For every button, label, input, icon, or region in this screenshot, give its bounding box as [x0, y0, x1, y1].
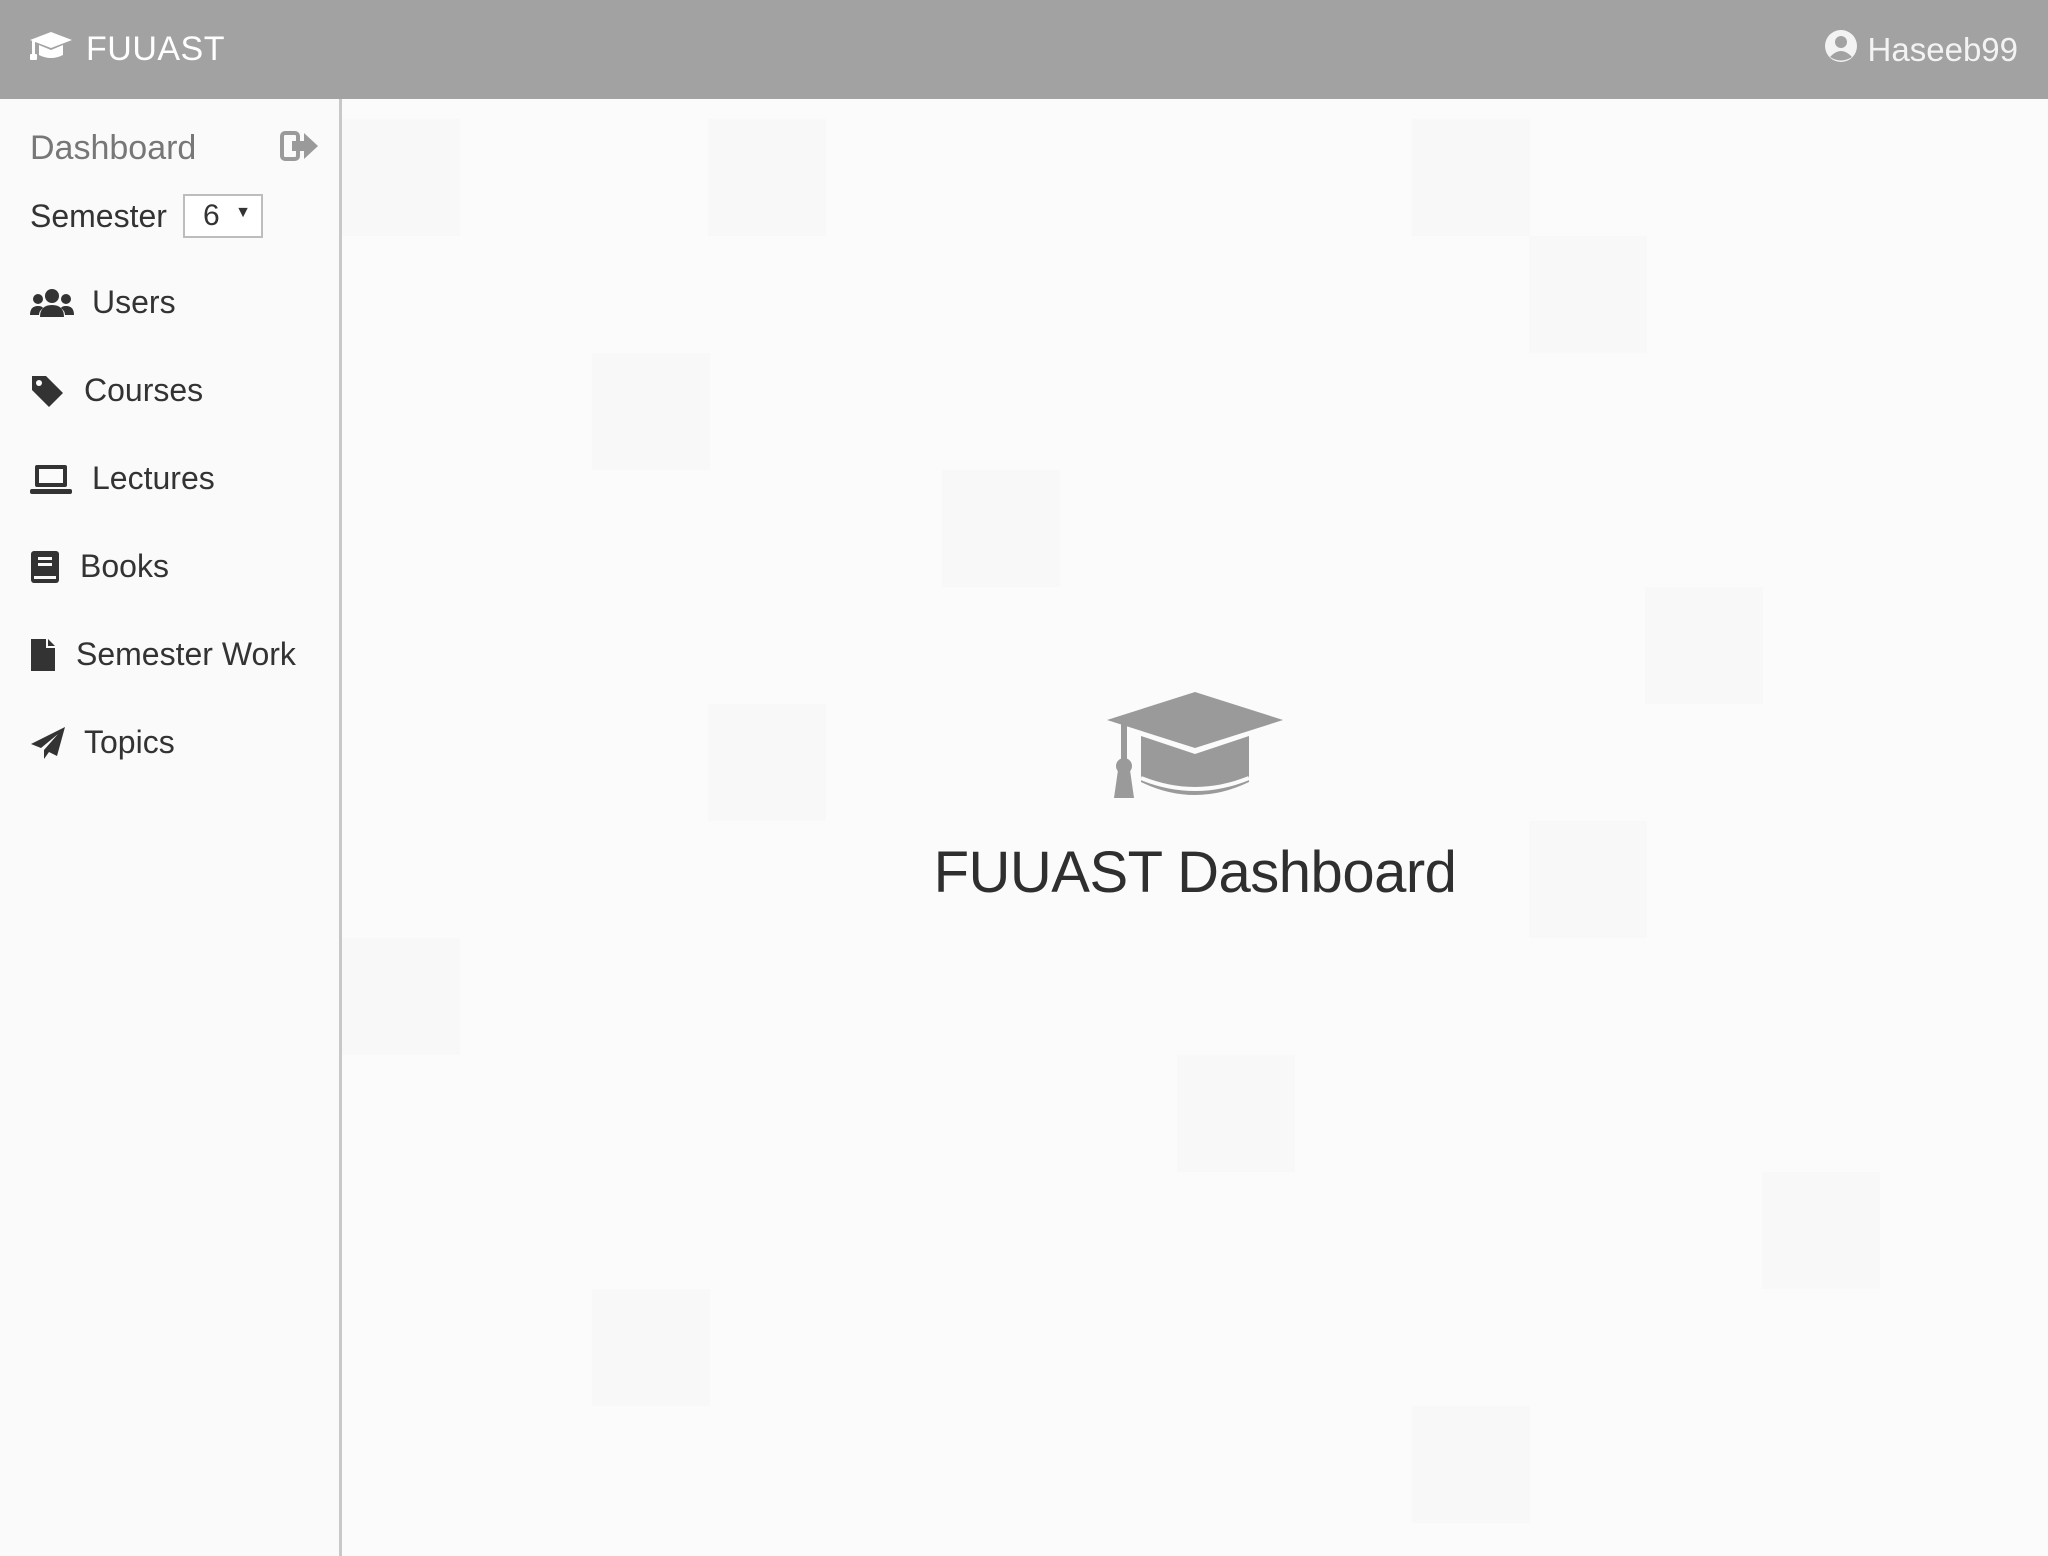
- user-menu[interactable]: Haseeb99: [1824, 0, 2018, 99]
- semester-label: Semester: [30, 197, 167, 234]
- background-tile: [1529, 236, 1647, 353]
- background-tile: [708, 119, 826, 236]
- background-tile: [1412, 1406, 1530, 1523]
- background-tile: [342, 119, 460, 236]
- background-tile: [592, 353, 710, 470]
- file-icon: [30, 638, 60, 672]
- sidebar-item-label: Lectures: [92, 460, 215, 496]
- sidebar-item-label: Semester Work: [76, 636, 296, 672]
- brand-link[interactable]: FUUAST: [28, 0, 225, 99]
- dropdown-caret-icon: ▼: [235, 204, 251, 221]
- background-tile: [592, 1289, 710, 1406]
- background-tile: [1412, 119, 1530, 236]
- users-icon: [30, 287, 76, 319]
- background-tile: [1645, 587, 1763, 704]
- top-navbar: FUUAST Haseeb99: [0, 0, 2048, 99]
- sidebar-item-label: Users: [92, 284, 176, 320]
- sidebar-item-label: Topics: [84, 724, 175, 760]
- background-tile: [1762, 1172, 1880, 1289]
- username: Haseeb99: [1867, 30, 2018, 68]
- sidebar-item-semester-work[interactable]: Semester Work: [30, 636, 296, 673]
- paper-plane-icon: [30, 726, 68, 760]
- semester-select[interactable]: 6 ▼: [182, 194, 263, 238]
- sidebar-title[interactable]: Dashboard: [30, 129, 196, 168]
- brand-name: FUUAST: [86, 30, 225, 68]
- sidebar-item-lectures[interactable]: Lectures: [30, 460, 215, 497]
- sidebar-header: Dashboard: [30, 128, 320, 168]
- graduation-cap-icon: [1105, 690, 1285, 813]
- background-tile: [942, 470, 1060, 587]
- tag-icon: [30, 374, 68, 408]
- background-tile: [1177, 1055, 1295, 1172]
- hero-section: FUUAST Dashboard: [342, 690, 2048, 906]
- background-tile: [342, 938, 460, 1055]
- laptop-icon: [30, 463, 76, 495]
- sidebar-item-users[interactable]: Users: [30, 284, 176, 321]
- book-icon: [30, 550, 64, 584]
- sidebar-item-topics[interactable]: Topics: [30, 724, 175, 761]
- user-circle-icon: [1824, 29, 1858, 71]
- semester-selector-row: Semester 6 ▼: [30, 194, 263, 238]
- sidebar-item-courses[interactable]: Courses: [30, 372, 203, 409]
- sign-out-icon[interactable]: [280, 129, 320, 168]
- sidebar-item-books[interactable]: Books: [30, 548, 169, 585]
- sidebar-item-label: Courses: [84, 372, 204, 408]
- semester-value: 6: [202, 199, 220, 232]
- graduation-cap-icon: [28, 30, 74, 69]
- dashboard-title: FUUAST Dashboard: [933, 840, 1457, 905]
- sidebar-item-label: Books: [80, 548, 169, 584]
